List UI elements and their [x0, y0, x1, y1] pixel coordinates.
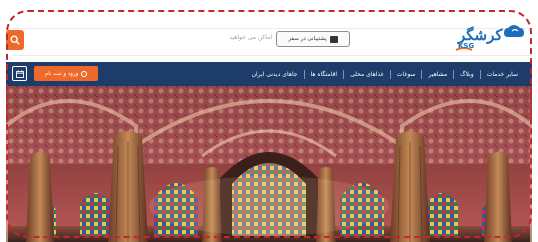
- hero-image-mosque: [6, 86, 532, 242]
- nav-divider: [389, 69, 391, 79]
- support-icon: [329, 35, 338, 43]
- nav-item-local-food[interactable]: غذاهای محلی: [344, 71, 390, 78]
- nav-item-blog[interactable]: وبلاگ: [454, 71, 480, 78]
- search-button[interactable]: [6, 30, 24, 50]
- search-icon: [10, 35, 20, 45]
- login-label: ورود و ثبت نام: [44, 70, 79, 77]
- search-input[interactable]: اماکن می خواهید: [212, 34, 272, 46]
- nav-divider: [421, 69, 423, 79]
- calendar-icon: [15, 69, 24, 78]
- login-button[interactable]: ورود و ثبت نام: [34, 66, 98, 81]
- nav-item-souvenirs[interactable]: سوغات: [391, 71, 422, 78]
- nav-divider: [453, 69, 455, 79]
- support-button[interactable]: پشتیبانی در سفر: [276, 31, 350, 47]
- nav-divider: [303, 69, 305, 79]
- nav-item-celebrities[interactable]: مشاهیر: [422, 71, 453, 78]
- calendar-button[interactable]: [12, 66, 27, 81]
- nav-item-hotels[interactable]: اقامتگاه ها: [305, 71, 344, 78]
- nav-divider: [343, 69, 345, 79]
- nav-menu: جاهای دیدنی ایران اقامتگاه ها غذاهای محل…: [246, 62, 524, 86]
- nav-divider: [479, 69, 481, 79]
- user-icon: [81, 70, 88, 77]
- nav-item-attractions[interactable]: جاهای دیدنی ایران: [246, 71, 304, 78]
- nav-item-other-services[interactable]: سایر خدمات: [481, 71, 524, 78]
- support-label: پشتیبانی در سفر: [288, 36, 327, 42]
- logo-badge: KSG: [458, 42, 475, 50]
